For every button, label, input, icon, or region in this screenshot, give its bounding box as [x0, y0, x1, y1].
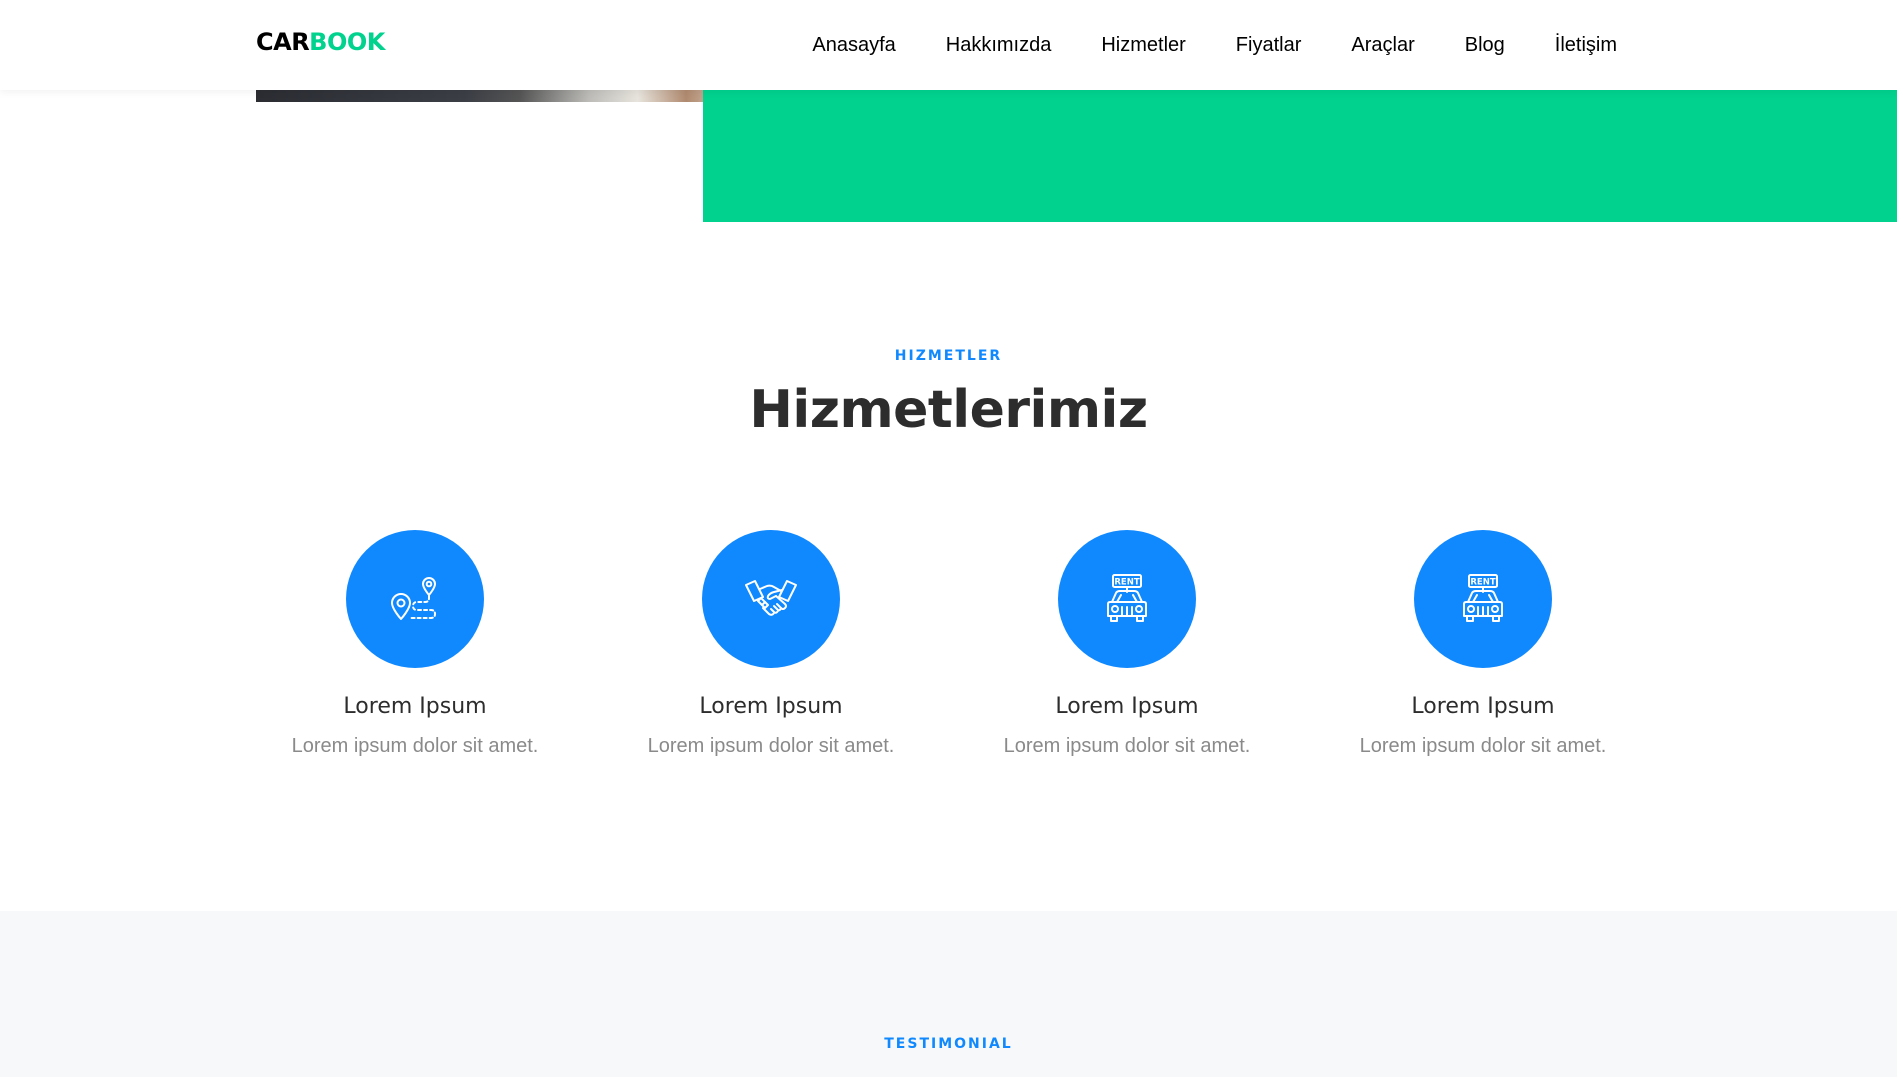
service-card: RENT Lorem Ipsum Lorem ipsum dolor sit a…	[1333, 530, 1633, 758]
nav-item-blog: Blog	[1440, 34, 1530, 57]
service-icon-circle: RENT	[1414, 530, 1552, 668]
service-title: Lorem Ipsum	[1055, 694, 1199, 719]
testimonial-section: TESTIMONIAL	[0, 911, 1897, 1077]
nav-item-anasayfa: Anasayfa	[787, 34, 920, 57]
testimonial-subheading: TESTIMONIAL	[884, 1036, 1013, 1052]
logo-text-car: CAR	[256, 28, 310, 56]
nav-item-iletisim: İletişim	[1530, 34, 1617, 57]
service-icon-circle	[702, 530, 840, 668]
service-icon-circle	[346, 530, 484, 668]
rent-car-icon: RENT	[1107, 574, 1147, 622]
service-card: Lorem Ipsum Lorem ipsum dolor sit amet.	[621, 530, 921, 758]
nav-item-araclar: Araçlar	[1326, 34, 1439, 57]
service-title: Lorem Ipsum	[1411, 694, 1555, 719]
service-text: Lorem ipsum dolor sit amet.	[1359, 735, 1607, 757]
nav-item-fiyatlar: Fiyatlar	[1211, 34, 1327, 57]
nav-item-hakkimizda: Hakkımızda	[921, 34, 1077, 57]
services-subheading: HIZMETLER	[894, 348, 1003, 364]
services-section: HIZMETLER Hizmetlerimiz Lorem Ipsum Lore…	[0, 222, 1897, 911]
svg-text:RENT: RENT	[1470, 578, 1495, 588]
main-nav: Anasayfa Hakkımızda Hizmetler Fiyatlar A…	[787, 0, 1617, 90]
service-title: Lorem Ipsum	[699, 694, 843, 719]
logo-text-book: BOOK	[309, 28, 385, 56]
nav-link-blog[interactable]: Blog	[1440, 34, 1530, 57]
service-text: Lorem ipsum dolor sit amet.	[291, 735, 539, 757]
rent-car-icon: RENT	[1463, 574, 1503, 622]
service-card: RENT Lorem Ipsum Lorem ipsum dolor sit a…	[977, 530, 1277, 758]
nav-link-hizmetler[interactable]: Hizmetler	[1076, 34, 1210, 57]
route-map-icon	[391, 577, 436, 620]
handshake-icon	[745, 580, 797, 616]
service-text: Lorem ipsum dolor sit amet.	[647, 735, 895, 757]
services-heading: Hizmetlerimiz	[749, 380, 1148, 440]
nav-item-hizmetler: Hizmetler	[1076, 34, 1210, 57]
site-logo[interactable]: CARBOOK	[256, 28, 385, 56]
hero-green-block	[703, 90, 1897, 222]
service-title: Lorem Ipsum	[343, 694, 487, 719]
nav-link-hakkimizda[interactable]: Hakkımızda	[921, 34, 1077, 57]
service-icon-circle: RENT	[1058, 530, 1196, 668]
service-text: Lorem ipsum dolor sit amet.	[1003, 735, 1251, 757]
nav-link-anasayfa[interactable]: Anasayfa	[787, 34, 920, 57]
svg-text:RENT: RENT	[1114, 578, 1139, 588]
service-card: Lorem Ipsum Lorem ipsum dolor sit amet.	[265, 530, 565, 758]
nav-link-fiyatlar[interactable]: Fiyatlar	[1211, 34, 1327, 57]
nav-link-araclar[interactable]: Araçlar	[1326, 34, 1439, 57]
site-header: CARBOOK Anasayfa Hakkımızda Hizmetler Fi…	[0, 0, 1897, 90]
nav-link-iletisim[interactable]: İletişim	[1530, 34, 1617, 57]
